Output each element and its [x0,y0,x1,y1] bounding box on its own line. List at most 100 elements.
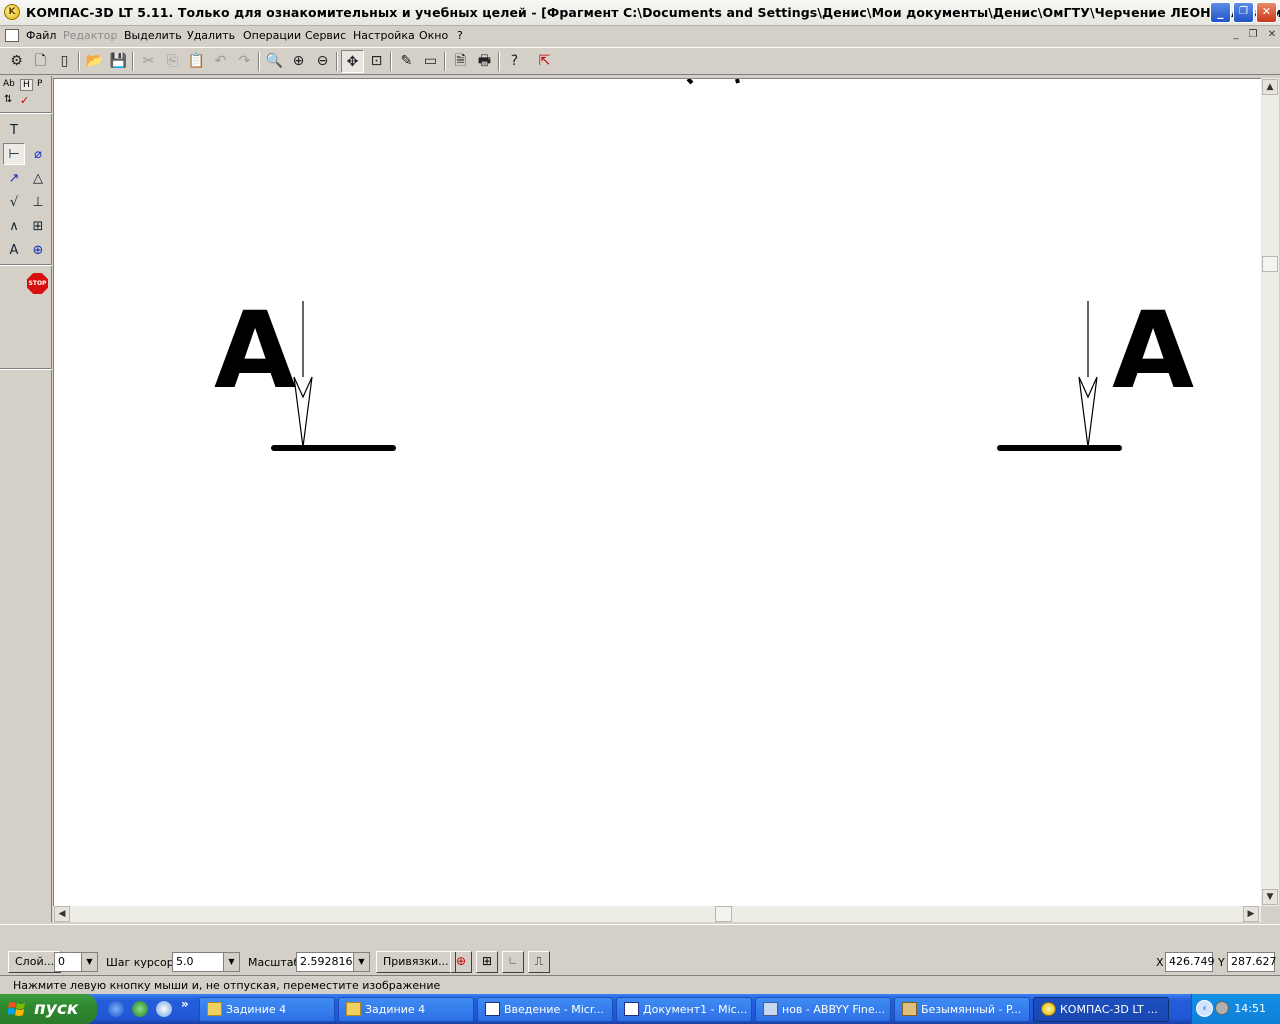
menu-help[interactable]: ? [457,29,463,42]
refresh-icon[interactable]: ✎ [395,50,418,73]
doc-minimize-button[interactable]: _ [1229,29,1243,42]
horizontal-scroll-thumb[interactable] [715,906,732,922]
taskbar-item-kompas[interactable]: КОМПАС-3D LT ... [1033,997,1169,1022]
cut-icon[interactable]: ✂ [137,50,160,73]
x-coordinate-label: X [1156,956,1164,969]
stop-icon[interactable]: STOP [27,273,48,294]
browser-icon[interactable] [108,1001,124,1017]
task-label: Документ1 - Mic... [643,1003,748,1016]
arrow-head-right [1078,376,1098,448]
preview-icon[interactable]: 🗎 [449,50,472,73]
grid-icon[interactable]: ⊞ [476,951,498,973]
paste-icon[interactable]: 📋 [185,50,208,73]
scroll-down-button[interactable]: ▼ [1262,889,1278,905]
globe-icon[interactable] [132,1001,148,1017]
panel-tab-edit[interactable]: ⇅ [4,94,12,105]
roughness-icon[interactable]: √ [3,191,25,213]
panel-tab-text[interactable]: Ab [3,79,15,89]
ie-icon[interactable] [156,1001,172,1017]
diameter-dimension-icon[interactable]: ⌀ [27,143,49,165]
drawing-canvas[interactable]: A A [53,78,1261,906]
menu-window[interactable]: Окно [419,29,448,42]
redo-icon[interactable]: ↷ [233,50,256,73]
zoom-out-icon[interactable]: ⊖ [311,50,334,73]
word-icon [624,1002,639,1016]
snap-toggle-icon[interactable]: ⊕ [450,951,472,973]
scale-label: Масштаб [248,956,301,969]
x-coordinate-field[interactable]: 426.749 [1165,952,1215,972]
scroll-left-button[interactable]: ◀ [54,906,70,922]
print-icon[interactable]: 🖶 [473,50,496,73]
vertical-scrollbar[interactable]: ▲ ▼ [1261,78,1279,906]
scroll-right-button[interactable]: ▶ [1243,906,1259,922]
section-line-icon[interactable]: A [3,239,25,261]
taskbar-item-folder-2[interactable]: Задиние 4 [338,997,474,1022]
horizontal-scrollbar[interactable]: ◀ ▶ [53,906,1261,922]
new-document-icon[interactable]: 🗋 [29,50,52,73]
scale-select[interactable]: 2.592816 ▼ [296,952,370,972]
fit-all-icon[interactable]: ⊡ [365,50,388,73]
minimize-button[interactable]: _ [1210,2,1231,23]
menu-settings[interactable]: Настройка [353,29,415,42]
panel-tab-measure[interactable]: ✓ [20,94,29,107]
radius-dimension-icon[interactable]: ↗ [3,167,25,189]
menu-select[interactable]: Выделить [124,29,182,42]
center-mark-icon[interactable]: ⊕ [27,239,49,261]
vertical-scroll-thumb[interactable] [1262,256,1278,272]
taskbar-item-abbyy[interactable]: нов - ABBYY Fine... [755,997,891,1022]
layer-select[interactable]: 0 ▼ [54,952,98,972]
menu-file[interactable]: Файл [26,29,56,42]
maximize-button[interactable]: ❐ [1233,2,1254,23]
tray-expand-icon[interactable]: ‹ [1196,1000,1213,1017]
taskbar-item-paint[interactable]: Безымянный - P... [894,997,1030,1022]
leader-line-icon[interactable]: ∧ [3,215,25,237]
cursor-step-select[interactable]: 5.0 ▼ [172,952,240,972]
document-icon[interactable] [5,29,19,42]
exit-icon[interactable]: ⇱ [533,50,556,73]
local-cs-icon[interactable]: ∟ [502,951,524,973]
taskbar-item-folder-1[interactable]: Задиние 4 [199,997,335,1022]
menu-service[interactable]: Сервис [305,29,346,42]
taskbar-item-word-1[interactable]: Введение - Micr... [477,997,613,1022]
properties-icon[interactable]: ▭ [419,50,442,73]
chevron-down-icon[interactable]: ▼ [353,953,369,971]
snaps-button[interactable]: Привязки... [376,951,456,973]
quicklaunch-more-icon[interactable]: » [181,997,189,1011]
close-button[interactable]: ✕ [1256,2,1277,23]
copy-icon[interactable]: ⎘ [161,50,184,73]
open-folder-icon[interactable]: 📂 [83,50,106,73]
volume-icon[interactable] [1215,1001,1229,1015]
settings-icon[interactable]: ⚙ [5,50,28,73]
undo-icon[interactable]: ↶ [209,50,232,73]
chevron-down-icon[interactable]: ▼ [81,953,97,971]
layer-value: 0 [58,955,65,968]
menu-operations[interactable]: Операции [243,29,301,42]
base-symbol-icon[interactable]: ⊥ [27,191,49,213]
zoom-window-icon[interactable]: 🔍 [263,50,286,73]
y-coordinate-field[interactable]: 287.627 [1227,952,1277,972]
doc-restore-button[interactable]: ❐ [1246,29,1260,42]
save-icon[interactable]: 💾 [107,50,130,73]
title-bar: K КОМПАС-3D LT 5.11. Только для ознакоми… [0,0,1280,26]
angle-dimension-icon[interactable]: △ [27,167,49,189]
text-tool-icon[interactable]: T [3,119,25,141]
new-fragment-icon[interactable]: ▯ [53,50,76,73]
panel-tab-params[interactable]: P [37,79,42,89]
start-button[interactable]: пуск [0,994,97,1024]
ortho-mode-icon[interactable]: ⎍ [528,951,550,973]
scroll-up-button[interactable]: ▲ [1262,79,1278,95]
panel-tab-dimensions[interactable]: H [20,79,33,91]
task-label: Задиние 4 [365,1003,426,1016]
menu-delete[interactable]: Удалить [187,29,235,42]
tolerance-icon[interactable]: ⊞ [27,215,49,237]
drawing-svg: A A [214,79,1194,451]
pan-icon[interactable]: ✥ [341,50,364,73]
doc-close-button[interactable]: ✕ [1265,29,1279,42]
kompas-app-icon[interactable]: K [4,4,20,20]
zoom-in-icon[interactable]: ⊕ [287,50,310,73]
kompas-icon [1041,1002,1056,1016]
linear-dimension-icon[interactable]: ⊢ [3,143,25,165]
context-help-icon[interactable]: ? [503,50,526,73]
taskbar-item-word-2[interactable]: Документ1 - Mic... [616,997,752,1022]
chevron-down-icon[interactable]: ▼ [223,953,239,971]
